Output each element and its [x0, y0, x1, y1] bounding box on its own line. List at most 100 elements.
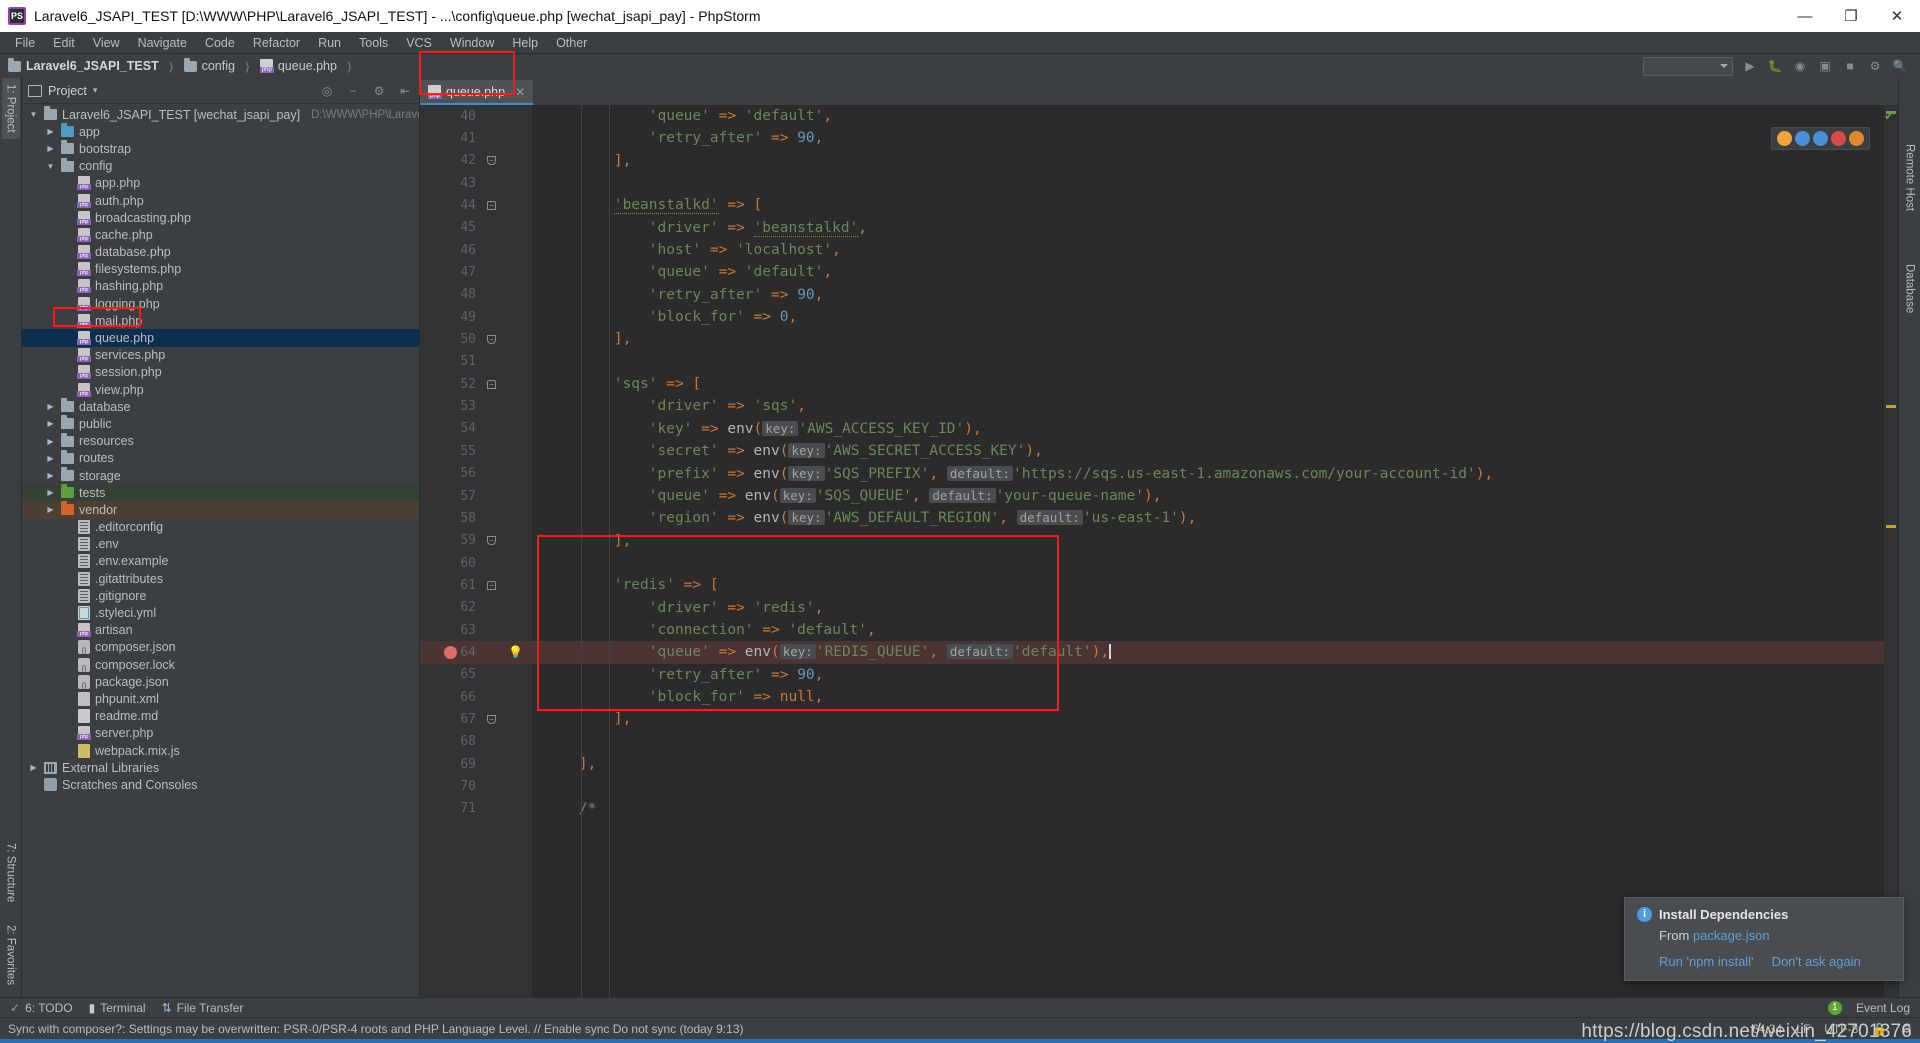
- search-icon[interactable]: 🔍: [1892, 58, 1908, 74]
- code-line[interactable]: 'region' => env(key: 'AWS_DEFAULT_REGION'…: [532, 507, 1884, 529]
- collapse-all-icon[interactable]: −: [345, 83, 361, 99]
- code-line[interactable]: 'driver' => 'beanstalkd',: [532, 217, 1884, 239]
- tree-row[interactable]: .styleci.yml: [22, 604, 419, 621]
- code-line[interactable]: ],: [532, 328, 1884, 350]
- code-line[interactable]: 'retry_after' => 90,: [532, 664, 1884, 686]
- dont-ask-again-link[interactable]: Don't ask again: [1772, 954, 1861, 969]
- gutter-line[interactable]: 59 −: [420, 530, 532, 552]
- chevron-down-icon[interactable]: ▼: [45, 162, 56, 171]
- tree-row[interactable]: .env: [22, 536, 419, 553]
- code-line[interactable]: [532, 775, 1884, 797]
- gutter-line[interactable]: 40: [420, 105, 532, 127]
- chevron-right-icon[interactable]: ▶: [45, 488, 56, 497]
- chevron-right-icon[interactable]: ▶: [28, 763, 39, 772]
- gutter-line[interactable]: 41: [420, 127, 532, 149]
- fold-start-icon[interactable]: −: [487, 379, 496, 389]
- tool-tab-structure[interactable]: 7: Structure: [2, 837, 20, 908]
- tree-row[interactable]: .editorconfig: [22, 519, 419, 536]
- settings-gear-icon[interactable]: ⚙: [1867, 58, 1883, 74]
- gutter-line[interactable]: 51: [420, 351, 532, 373]
- code-line[interactable]: ],: [532, 708, 1884, 730]
- tree-row[interactable]: cache.php: [22, 226, 419, 243]
- tree-row[interactable]: .env.example: [22, 553, 419, 570]
- gutter-line[interactable]: 53: [420, 395, 532, 417]
- gutter-line[interactable]: 63: [420, 619, 532, 641]
- profile-icon[interactable]: ▣: [1817, 58, 1833, 74]
- gutter-line[interactable]: 54: [420, 418, 532, 440]
- chevron-down-icon[interactable]: ▼: [28, 110, 39, 119]
- tree-row[interactable]: webpack.mix.js: [22, 742, 419, 759]
- code-line[interactable]: [532, 731, 1884, 753]
- menu-item-other[interactable]: Other: [547, 34, 596, 52]
- hide-panel-icon[interactable]: ⇤: [397, 83, 413, 99]
- tree-row[interactable]: broadcasting.php: [22, 209, 419, 226]
- code-line[interactable]: ],: [532, 753, 1884, 775]
- tool-tab-database[interactable]: Database: [1901, 258, 1919, 319]
- tree-row[interactable]: composer.lock: [22, 656, 419, 673]
- tree-row[interactable]: auth.php: [22, 192, 419, 209]
- opera-icon[interactable]: [1831, 131, 1846, 146]
- coverage-icon[interactable]: ◉: [1792, 58, 1808, 74]
- project-tree[interactable]: ▼ Laravel6_JSAPI_TEST [wechat_jsapi_pay] D…: [22, 104, 419, 997]
- breadcrumb-project[interactable]: Laravel6_JSAPI_TEST: [26, 59, 159, 73]
- menu-item-edit[interactable]: Edit: [44, 34, 84, 52]
- code-line[interactable]: 'driver' => 'redis',: [532, 597, 1884, 619]
- tree-row[interactable]: hashing.php: [22, 278, 419, 295]
- tree-row[interactable]: session.php: [22, 364, 419, 381]
- code-line[interactable]: 'secret' => env(key: 'AWS_SECRET_ACCESS_K…: [532, 440, 1884, 462]
- gutter-line[interactable]: 60: [420, 552, 532, 574]
- tree-row[interactable]: readme.md: [22, 708, 419, 725]
- tree-row[interactable]: filesystems.php: [22, 261, 419, 278]
- code-line[interactable]: /*: [532, 798, 1884, 820]
- chevron-right-icon[interactable]: ▶: [45, 437, 56, 446]
- code-line[interactable]: 'queue' => env(key: 'SQS_QUEUE', default:…: [532, 485, 1884, 507]
- chevron-right-icon[interactable]: ▶: [45, 419, 56, 428]
- firefox-icon[interactable]: [1795, 131, 1810, 146]
- code-line[interactable]: 'retry_after' => 90,: [532, 284, 1884, 306]
- code-line[interactable]: 'retry_after' => 90,: [532, 127, 1884, 149]
- tree-row[interactable]: .gitignore: [22, 587, 419, 604]
- intention-bulb-icon[interactable]: 💡: [508, 645, 523, 659]
- gutter-line[interactable]: 71: [420, 798, 532, 820]
- tree-row[interactable]: composer.json: [22, 639, 419, 656]
- tree-row[interactable]: phpunit.xml: [22, 690, 419, 707]
- gutter-line[interactable]: 52 −: [420, 373, 532, 395]
- minimize-button[interactable]: —: [1782, 0, 1828, 32]
- gutter-line[interactable]: 62: [420, 597, 532, 619]
- editor-tab-queue-php[interactable]: queue.php ✕: [420, 80, 534, 105]
- gutter-line[interactable]: 42 −: [420, 150, 532, 172]
- fold-start-icon[interactable]: −: [487, 580, 496, 590]
- gutter-line[interactable]: 47: [420, 261, 532, 283]
- tool-tab-project[interactable]: 1: Project: [1, 78, 20, 139]
- code-line[interactable]: 'prefix' => env(key: 'SQS_PREFIX', defaul…: [532, 463, 1884, 485]
- breadcrumb-file[interactable]: queue.php: [278, 59, 337, 73]
- tool-tab-remote-host[interactable]: Remote Host: [1901, 138, 1919, 217]
- locate-icon[interactable]: ◎: [319, 83, 335, 99]
- tree-row[interactable]: ▶ public: [22, 415, 419, 432]
- gutter-line[interactable]: 46: [420, 239, 532, 261]
- chevron-right-icon[interactable]: ▶: [45, 402, 56, 411]
- code-line[interactable]: 'block_for' => 0,: [532, 306, 1884, 328]
- tree-row[interactable]: logging.php: [22, 295, 419, 312]
- safari-icon[interactable]: [1849, 131, 1864, 146]
- gutter-line[interactable]: 44 −: [420, 194, 532, 216]
- menu-item-help[interactable]: Help: [503, 34, 547, 52]
- code-line[interactable]: 'connection' => 'default',: [532, 619, 1884, 641]
- tree-row[interactable]: Scratches and Consoles: [22, 776, 419, 793]
- run-npm-install-link[interactable]: Run 'npm install': [1659, 954, 1754, 969]
- fold-end-icon[interactable]: −: [487, 156, 496, 166]
- gutter-line[interactable]: 57: [420, 485, 532, 507]
- code-line[interactable]: 'queue' => 'default',: [532, 261, 1884, 283]
- code-line[interactable]: 'driver' => 'sqs',: [532, 395, 1884, 417]
- fold-end-icon[interactable]: −: [487, 536, 496, 546]
- run-icon[interactable]: ▶: [1742, 58, 1758, 74]
- tree-row[interactable]: ▶ External Libraries: [22, 759, 419, 776]
- tool-button-file-transfer[interactable]: ⇅ File Transfer: [162, 1001, 244, 1015]
- tree-row[interactable]: ▶ bootstrap: [22, 140, 419, 157]
- menu-item-refactor[interactable]: Refactor: [244, 34, 309, 52]
- gear-icon[interactable]: ⚙: [371, 83, 387, 99]
- tree-row[interactable]: package.json: [22, 673, 419, 690]
- gutter-line[interactable]: 69: [420, 753, 532, 775]
- gutter-line[interactable]: 64 💡: [420, 641, 532, 664]
- code-line[interactable]: 'sqs' => [: [532, 373, 1884, 395]
